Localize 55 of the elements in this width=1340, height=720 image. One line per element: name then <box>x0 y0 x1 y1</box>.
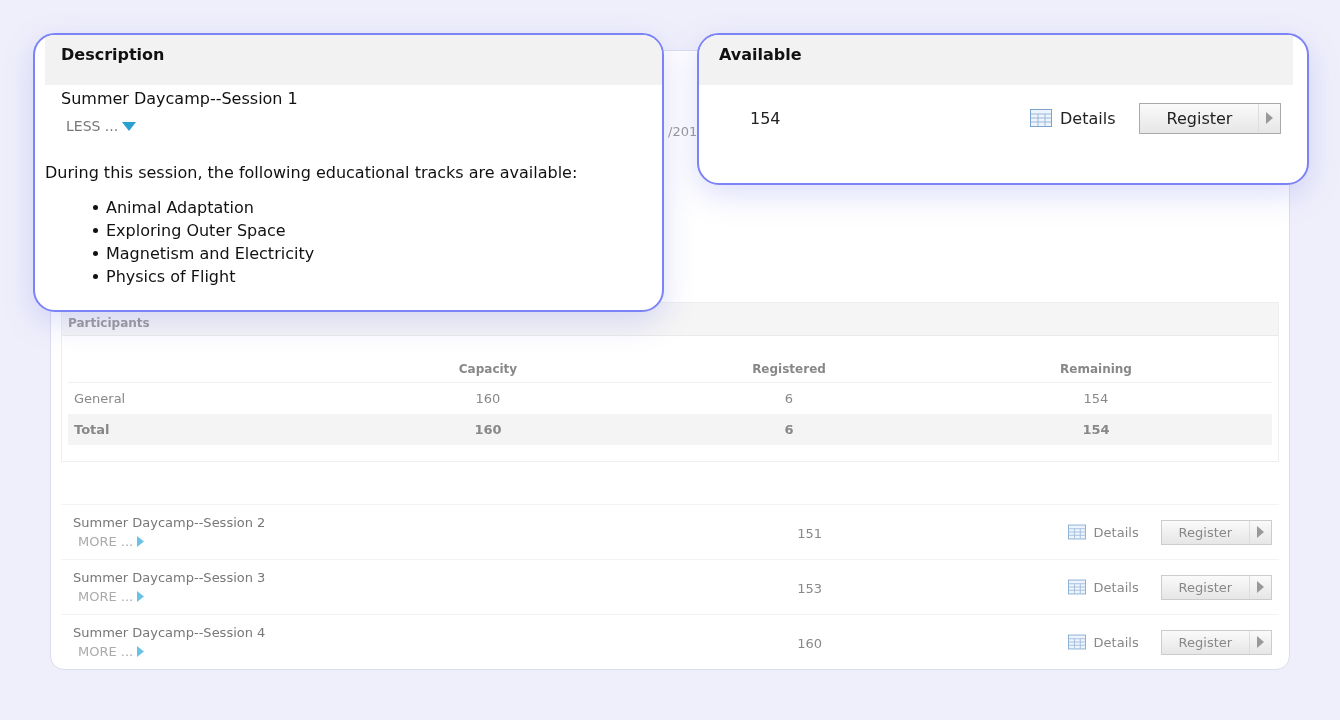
bullet-icon <box>93 274 98 279</box>
table-cell: 6 <box>658 414 920 445</box>
track-item: Exploring Outer Space <box>106 220 286 242</box>
details-link[interactable]: Details <box>1030 108 1116 128</box>
table-icon <box>1067 524 1086 540</box>
bullet-icon <box>93 251 98 256</box>
bullet-icon <box>93 228 98 233</box>
register-button[interactable]: Register <box>1139 102 1282 134</box>
session-name: Summer Daycamp--Session 1 <box>60 88 299 108</box>
caret-right-icon <box>137 591 145 602</box>
session-name: Summer Daycamp--Session 3 <box>73 570 267 585</box>
table-cell: 160 <box>318 414 658 445</box>
more-toggle[interactable]: MORE ... <box>78 644 145 659</box>
column-header: Description <box>45 35 662 85</box>
play-arrow-icon <box>1266 112 1274 124</box>
column-header: Remaining <box>920 356 1272 383</box>
available-count: 154 <box>750 108 781 128</box>
available-count: 160 <box>797 635 822 651</box>
caret-right-icon <box>137 646 145 657</box>
register-button[interactable]: Register <box>1160 519 1272 545</box>
register-button[interactable]: Register <box>1160 574 1272 600</box>
play-arrow-icon <box>1257 526 1264 538</box>
table-cell-text: 154 <box>1082 390 1110 408</box>
caret-right-icon <box>137 536 145 547</box>
table-cell: 154 <box>920 414 1272 445</box>
column-header: Registered <box>658 356 920 383</box>
table-icon <box>1067 634 1086 650</box>
details-link[interactable]: Details <box>1067 524 1139 540</box>
more-toggle[interactable]: MORE ... <box>78 589 145 604</box>
session-name: Summer Daycamp--Session 2 <box>73 515 267 530</box>
caret-down-icon <box>122 121 137 131</box>
row-label: General <box>73 390 127 408</box>
play-arrow-icon <box>1257 581 1264 593</box>
column-header: Capacity <box>318 356 658 383</box>
track-item: Physics of Flight <box>106 266 236 288</box>
available-count: 153 <box>797 580 822 596</box>
more-toggle[interactable]: MORE ... <box>78 534 145 549</box>
date-text: /201 <box>668 124 698 139</box>
table-icon <box>1067 579 1086 595</box>
table-cell-text: 160 <box>474 390 502 408</box>
details-link[interactable]: Details <box>1067 634 1139 650</box>
description-text: During this session, the following educational tracks are available: <box>45 163 579 182</box>
track-item: Animal Adaptation <box>106 197 254 219</box>
table-cell-text: 6 <box>783 390 795 408</box>
bullet-icon <box>93 205 98 210</box>
column-header: Available <box>699 35 1293 85</box>
row-label: Total <box>68 414 318 445</box>
available-count: 151 <box>797 525 822 541</box>
track-item: Magnetism and Electricity <box>106 243 315 265</box>
register-button[interactable]: Register <box>1160 629 1272 655</box>
play-arrow-icon <box>1257 636 1264 648</box>
less-toggle[interactable]: LESS ... <box>66 118 137 134</box>
session-name: Summer Daycamp--Session 4 <box>73 625 267 640</box>
table-icon <box>1030 109 1052 127</box>
details-link[interactable]: Details <box>1067 579 1139 595</box>
